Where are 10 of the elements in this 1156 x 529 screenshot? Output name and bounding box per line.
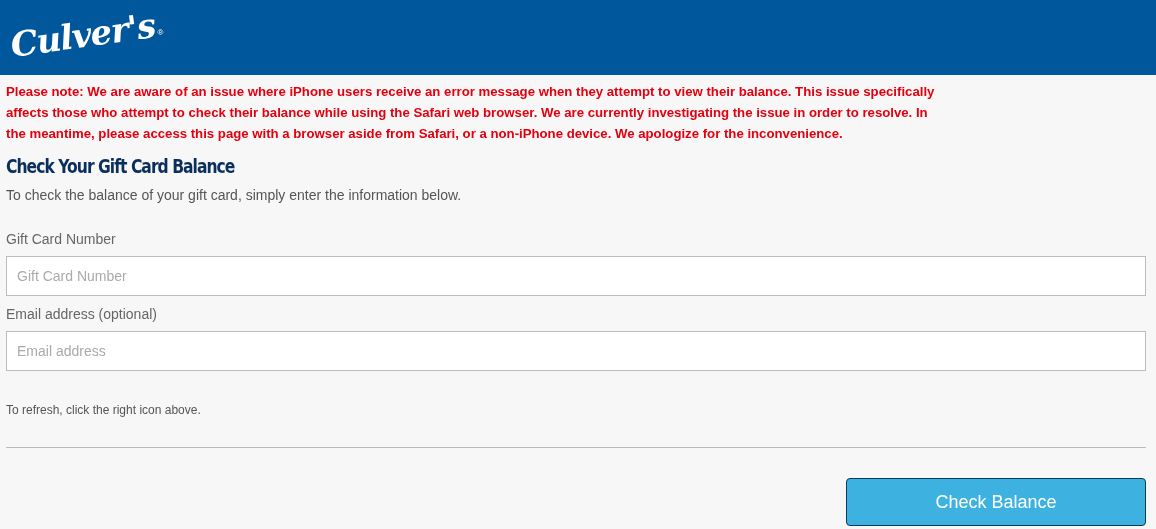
logo[interactable]: Culver's: [7, 4, 158, 65]
field-label: Gift Card Number: [6, 231, 116, 247]
warning-notice: Please note: We are aware of an issue where iPhone users receive an error message when they attempt to view their balance. This issue specifically affects those who attempt to check their balance while using the Safari web browser. We are currently investigating the issue in order to resolve. In the meantime, please access this page with a browser aside from Safari, or a non-iPhone device. We apologize for the inconvenience.: [6, 83, 936, 143]
page-heading: Check Your Gift Card Balance: [6, 155, 235, 177]
refresh-hint: To refresh, click the right icon above.: [6, 403, 202, 417]
registered-mark: ®: [157, 28, 164, 37]
input-field[interactable]: Email address: [6, 331, 1146, 371]
input-field[interactable]: Gift Card Number: [6, 256, 1146, 296]
field-label: Email address (optional): [6, 306, 157, 322]
intro-text: To check the balance of your gift card, simply enter the information below.: [6, 187, 463, 203]
